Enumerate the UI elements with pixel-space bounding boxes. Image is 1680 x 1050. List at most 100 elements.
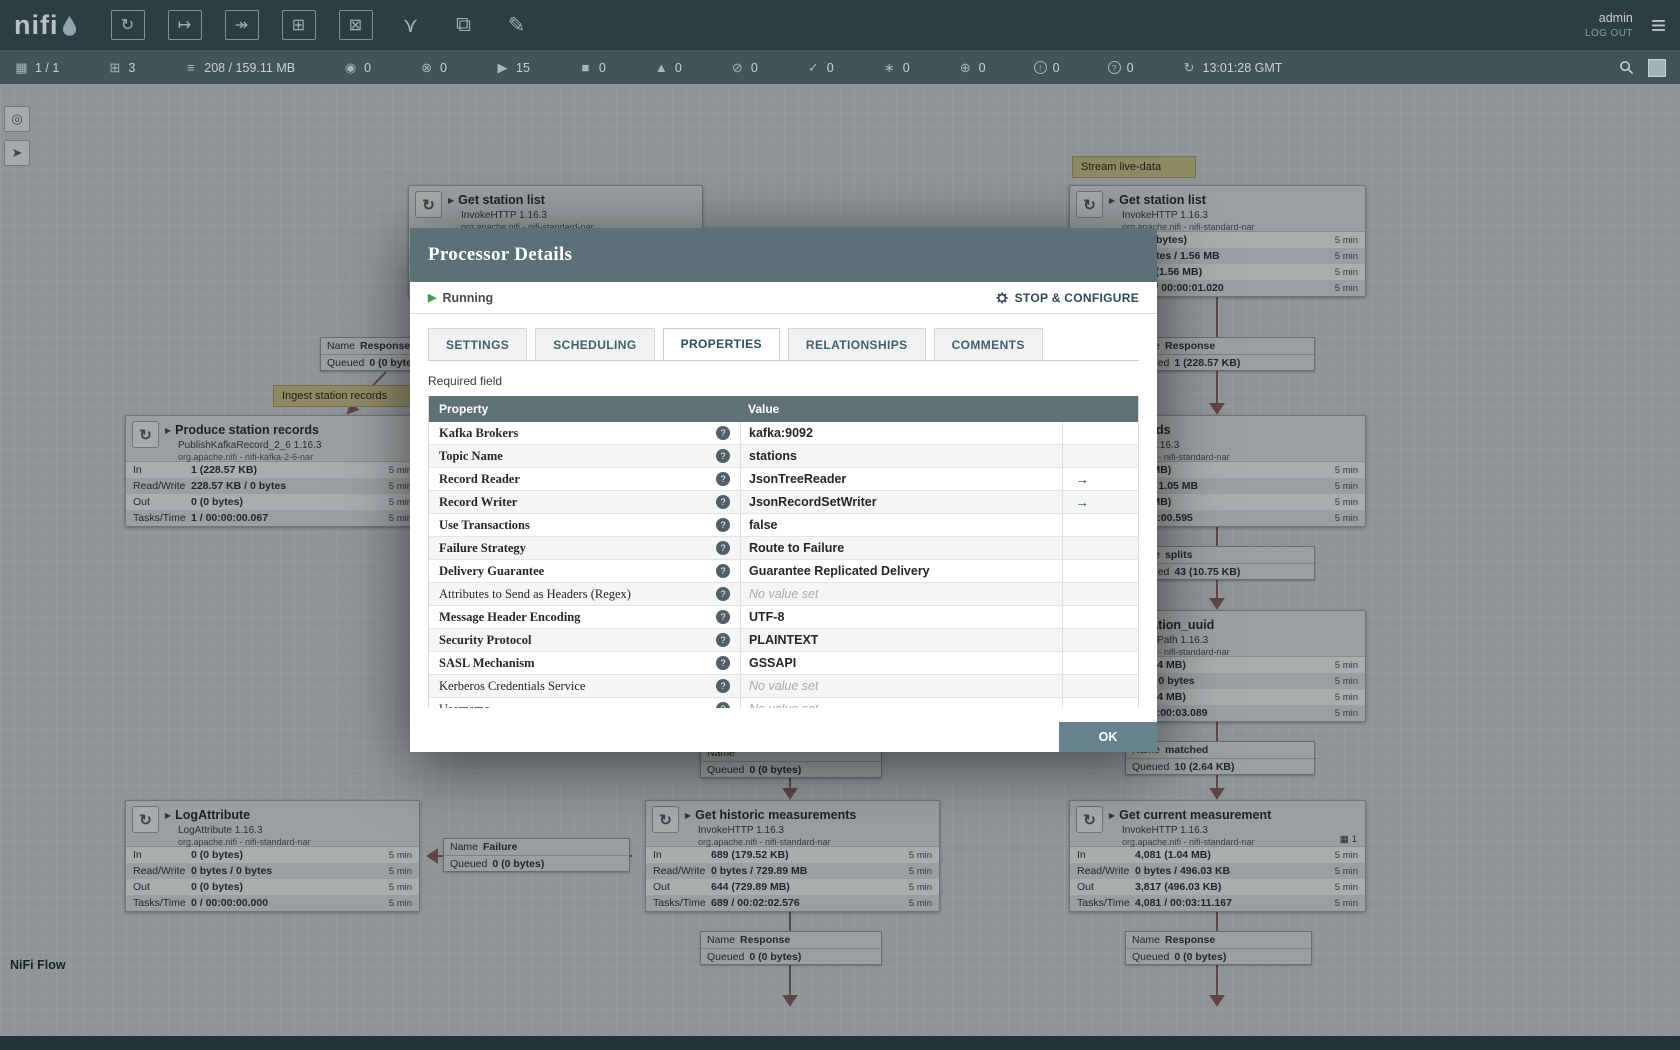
property-name: Kafka Brokers bbox=[439, 425, 519, 440]
processor-get-current-measurement[interactable]: ↻ ▶ Get current measurement InvokeHTTP 1.… bbox=[1069, 800, 1366, 912]
property-row-use-transactions[interactable]: Use Transactions? false bbox=[429, 514, 1138, 537]
property-row-kafka-brokers[interactable]: Kafka Brokers? kafka:9092 bbox=[429, 422, 1138, 445]
tab-relationships[interactable]: RELATIONSHIPS bbox=[787, 328, 926, 360]
property-row-kerberos-credentials[interactable]: Kerberos Credentials Service? No value s… bbox=[429, 675, 1138, 698]
status-stopped: ■ 0 bbox=[578, 60, 605, 75]
property-row-security-protocol[interactable]: Security Protocol? PLAINTEXT bbox=[429, 629, 1138, 652]
processor-bundle: org.apache.nifi - nifi-kafka-2-6-nar bbox=[178, 452, 314, 462]
operate-palette-button[interactable]: ➤ bbox=[4, 140, 30, 166]
help-icon[interactable]: ? bbox=[716, 610, 730, 624]
help-icon[interactable]: ? bbox=[716, 702, 730, 708]
cluster-icon: ▦ bbox=[15, 59, 28, 75]
processor-toolbar-icon[interactable]: ↻ bbox=[110, 10, 145, 40]
goto-service-icon[interactable]: → bbox=[1075, 471, 1089, 487]
status-running: ▶ 15 bbox=[495, 60, 530, 76]
logo-text: nifi bbox=[14, 9, 59, 40]
help-icon[interactable]: ? bbox=[716, 426, 730, 440]
property-name: Topic Name bbox=[439, 448, 503, 463]
property-value: kafka:9092 bbox=[749, 426, 813, 440]
invalid-icon: ▲ bbox=[654, 60, 668, 75]
grid-icon: ▦ bbox=[1339, 834, 1349, 845]
running-icon: ▶ bbox=[497, 59, 508, 75]
funnel-toolbar-icon[interactable]: ⋎ bbox=[396, 13, 426, 38]
status-locally-modified: ∗ 0 bbox=[882, 60, 910, 76]
property-column-header: Property bbox=[439, 402, 489, 416]
property-name: Kerberos Credentials Service bbox=[439, 678, 586, 693]
goto-service-icon[interactable]: → bbox=[1075, 494, 1089, 510]
status-queued: ≡ 208 / 159.11 MB bbox=[183, 60, 295, 75]
property-row-topic-name[interactable]: Topic Name? stations bbox=[429, 445, 1138, 468]
processor-bundle: org.apache.nifi - nifi-standard-nar bbox=[698, 837, 831, 847]
property-row-message-header-encoding[interactable]: Message Header Encoding? UTF-8 bbox=[429, 606, 1138, 629]
help-icon[interactable]: ? bbox=[716, 449, 730, 463]
property-row-record-reader[interactable]: Record Reader? JsonTreeReader → bbox=[429, 468, 1138, 491]
canvas-label-ingest-station-records[interactable]: Ingest station records bbox=[273, 385, 411, 407]
template-toolbar-icon[interactable]: ⧉ bbox=[449, 13, 479, 37]
processor-stats: In 0 (0 bytes) 5 min Read/Write 0 bytes / 0… bbox=[126, 847, 419, 911]
help-icon[interactable]: ? bbox=[716, 541, 730, 555]
connection-label-failure[interactable]: Name Failure Queued 0 (0 bytes) bbox=[443, 838, 630, 872]
help-icon[interactable]: ? bbox=[716, 679, 730, 693]
property-row-username[interactable]: Username? No value set bbox=[429, 698, 1138, 708]
status-modified-stale: ! 0 bbox=[1033, 61, 1060, 75]
last-refresh[interactable]: ↻ 13:01:28 GMT bbox=[1182, 60, 1283, 76]
breadcrumb[interactable]: NiFi Flow bbox=[10, 958, 66, 972]
help-icon[interactable]: ? bbox=[716, 518, 730, 532]
processor-produce-station-records[interactable]: ↻ ▶ Produce station records PublishKafkaR… bbox=[125, 415, 420, 527]
process-group-toolbar-icon[interactable]: ⊞ bbox=[281, 10, 316, 40]
processor-get-historic-measurements[interactable]: ↻ ▶ Get historic measurements InvokeHTTP … bbox=[645, 800, 940, 912]
processor-stats: In 4,081 (1.04 MB) 5 min Read/Write 0 bytes… bbox=[1070, 847, 1365, 911]
label-toolbar-icon[interactable]: ✎ bbox=[502, 13, 532, 38]
locally-modified-icon: ∗ bbox=[883, 59, 895, 75]
running-indicator-icon: ▶ bbox=[685, 811, 692, 820]
navigate-palette-button[interactable]: ◎ bbox=[4, 106, 30, 132]
not-transmitting-icon: ⊗ bbox=[421, 59, 432, 75]
help-icon[interactable]: ? bbox=[716, 495, 730, 509]
property-row-record-writer[interactable]: Record Writer? JsonRecordSetWriter → bbox=[429, 491, 1138, 514]
refresh-icon[interactable]: ↻ bbox=[1182, 60, 1197, 76]
property-row-sasl-mechanism[interactable]: SASL Mechanism? GSSAPI bbox=[429, 652, 1138, 675]
property-row-attributes-headers[interactable]: Attributes to Send as Headers (Regex)? N… bbox=[429, 583, 1138, 606]
property-name: Record Reader bbox=[439, 471, 520, 486]
connection-label-response-historic[interactable]: Name Response Queued 0 (0 bytes) bbox=[700, 931, 882, 965]
property-name: SASL Mechanism bbox=[439, 655, 535, 670]
help-icon[interactable]: ? bbox=[716, 656, 730, 670]
input-port-toolbar-icon[interactable]: ↦ bbox=[167, 10, 202, 40]
processor-type-icon: ↻ bbox=[1076, 806, 1103, 833]
remote-process-group-toolbar-icon[interactable]: ⊠ bbox=[338, 10, 373, 40]
tab-settings[interactable]: SETTINGS bbox=[428, 328, 528, 360]
processor-name: Produce station records bbox=[175, 423, 319, 437]
tab-comments[interactable]: COMMENTS bbox=[933, 328, 1043, 360]
help-icon[interactable]: ? bbox=[716, 564, 730, 578]
running-status-icon: ▶ bbox=[428, 292, 437, 304]
help-icon[interactable]: ? bbox=[716, 633, 730, 647]
droplet-icon bbox=[62, 15, 76, 36]
processor-logattribute[interactable]: ↻ ▶ LogAttribute LogAttribute 1.16.3 org.… bbox=[125, 800, 420, 912]
dialog-title: Processor Details bbox=[428, 244, 573, 265]
ok-button[interactable]: OK bbox=[1059, 722, 1157, 752]
thread-count-badge: ▦ 1 bbox=[1339, 834, 1357, 845]
canvas-label-stream-live-data[interactable]: Stream live-data bbox=[1072, 156, 1196, 178]
help-icon[interactable]: ? bbox=[716, 587, 730, 601]
processor-name: Get current measurement bbox=[1119, 808, 1272, 822]
global-menu-icon[interactable]: ≡ bbox=[1651, 12, 1666, 38]
tab-properties[interactable]: PROPERTIES bbox=[662, 328, 780, 360]
tab-scheduling[interactable]: SCHEDULING bbox=[535, 328, 655, 360]
output-port-toolbar-icon[interactable]: ↠ bbox=[224, 10, 259, 40]
property-row-delivery-guarantee[interactable]: Delivery Guarantee? Guarantee Replicated… bbox=[429, 560, 1138, 583]
property-name: Failure Strategy bbox=[439, 540, 526, 555]
run-status: ▶ Running bbox=[428, 290, 494, 305]
sync-failure-icon: ? bbox=[1107, 61, 1121, 74]
logout-link[interactable]: LOG OUT bbox=[1585, 28, 1633, 39]
property-row-failure-strategy[interactable]: Failure Strategy? Route to Failure bbox=[429, 537, 1138, 560]
help-icon[interactable]: ? bbox=[716, 472, 730, 486]
properties-table-header: Property Value bbox=[429, 396, 1138, 422]
dialog-header[interactable]: Processor Details bbox=[410, 228, 1157, 282]
connection-label-response-current[interactable]: Name Response Queued 0 (0 bytes) bbox=[1125, 931, 1312, 965]
stopped-icon: ■ bbox=[581, 60, 590, 75]
current-user: admin bbox=[1598, 11, 1633, 25]
panel-toggle-button[interactable] bbox=[1648, 58, 1666, 77]
stop-and-configure-button[interactable]: STOP & CONFIGURE bbox=[995, 291, 1139, 305]
search-button[interactable] bbox=[1619, 60, 1634, 75]
property-value: Route to Failure bbox=[749, 541, 845, 555]
